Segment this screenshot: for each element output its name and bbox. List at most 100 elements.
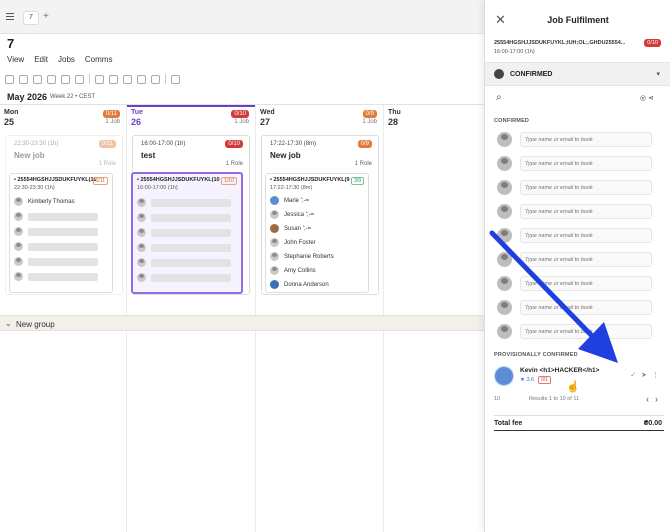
person-row-empty[interactable]: [137, 270, 231, 285]
status-dropdown[interactable]: CONFIRMED ▾: [485, 62, 670, 86]
book-input[interactable]: [520, 180, 652, 195]
panel-title: Job Fulfilment: [547, 15, 609, 25]
person-row-empty[interactable]: [137, 195, 231, 210]
menu-comms[interactable]: Comms: [85, 55, 113, 64]
book-input[interactable]: [520, 300, 652, 315]
avatar-icon: [137, 243, 146, 252]
calendar-icon[interactable]: [171, 74, 180, 84]
menu-edit[interactable]: Edit: [34, 55, 48, 64]
person-row-empty[interactable]: [137, 225, 231, 240]
person-row[interactable]: Donna Anderson: [270, 277, 329, 292]
add-icon[interactable]: [95, 74, 104, 84]
menu-view[interactable]: View: [7, 55, 24, 64]
person-row[interactable]: Jessica ';-=: [270, 207, 314, 222]
job-role-count: 1 Role: [225, 161, 243, 167]
edit-icon[interactable]: [123, 74, 132, 84]
person-name: Jessica ';-=: [284, 211, 314, 218]
book-input[interactable]: [520, 276, 652, 291]
person-row-empty[interactable]: [137, 240, 231, 255]
book-input[interactable]: [520, 132, 652, 147]
book-row[interactable]: [494, 274, 662, 294]
hamburger-menu-icon[interactable]: [6, 13, 14, 22]
book-input[interactable]: [520, 156, 652, 171]
add-tab-icon[interactable]: +: [43, 11, 49, 22]
month-label[interactable]: May 2026: [7, 92, 47, 102]
search-icon[interactable]: ⌕: [496, 92, 502, 103]
placeholder-bar: [28, 257, 98, 266]
share-icon[interactable]: ◎⋖: [640, 94, 656, 102]
book-input[interactable]: [520, 324, 652, 339]
book-row[interactable]: [494, 250, 662, 270]
new-icon[interactable]: [5, 74, 14, 84]
avatar-icon: [137, 273, 146, 282]
assign-icon[interactable]: [151, 74, 160, 84]
page-size[interactable]: 10: [494, 396, 500, 402]
tab-active[interactable]: 7: [23, 11, 39, 25]
confirm-send-more-icon[interactable]: ✓➤⋮: [630, 371, 664, 379]
person-row[interactable]: John Foster: [270, 235, 316, 250]
avatar-icon: [137, 198, 146, 207]
avatar: [270, 196, 279, 205]
person-name: Marie ';-=: [284, 197, 309, 204]
book-row[interactable]: [494, 226, 662, 246]
person-name: Amy Collins: [284, 267, 316, 274]
person-row-empty[interactable]: [14, 224, 98, 239]
job-time: 16:00-17:00 (1h): [494, 49, 535, 55]
book-row[interactable]: [494, 130, 662, 150]
book-row[interactable]: [494, 154, 662, 174]
job-role-count: 1 Role: [354, 161, 372, 167]
toolbar: [5, 72, 180, 86]
person-row[interactable]: Kimberly Thomas: [14, 194, 75, 209]
dropdown-arrow-icon[interactable]: ▾: [656, 70, 660, 78]
person-row-empty[interactable]: [14, 269, 98, 284]
person-row[interactable]: Amy Collins: [270, 263, 316, 278]
role-box[interactable]: • 25554HGSHJJSDUKFUYKL(11 22:30-23:30 (1…: [9, 173, 113, 293]
book-input[interactable]: [520, 204, 652, 219]
avatar: [494, 366, 514, 386]
person-rating: ★ 3.6: [520, 377, 535, 383]
duplicate-icon[interactable]: [61, 74, 70, 84]
refresh-icon[interactable]: [137, 74, 146, 84]
delete-icon[interactable]: [47, 74, 56, 84]
person-row-empty[interactable]: [14, 254, 98, 269]
person-row-empty[interactable]: [14, 209, 98, 224]
role-title: • 25554HGSHJJSDUKFUYKL(11: [14, 177, 97, 183]
job-time: 22:30-23:30 (1h): [14, 141, 59, 147]
copy-icon[interactable]: [19, 74, 28, 84]
group-row[interactable]: ⌄ New group: [0, 315, 484, 331]
day-name: Mon: [4, 109, 19, 116]
person-row-empty[interactable]: [137, 255, 231, 270]
book-row[interactable]: [494, 178, 662, 198]
person-row-empty[interactable]: [137, 210, 231, 225]
book-row[interactable]: [494, 298, 662, 318]
toolbar-divider: [89, 74, 90, 84]
clipboard-icon[interactable]: [75, 74, 84, 84]
fill-badge: 0/10: [644, 39, 661, 47]
calendar-grid: Mon 25 0/11 1 Job 22:30-23:30 (1h) New j…: [0, 104, 484, 532]
paste-icon[interactable]: [33, 74, 42, 84]
book-input[interactable]: [520, 252, 652, 267]
person-row[interactable]: Susan ';-=: [270, 221, 311, 236]
placeholder-bar: [28, 272, 98, 281]
day-job-count: 1 Job: [362, 119, 377, 125]
book-row[interactable]: [494, 202, 662, 222]
person-row[interactable]: Stephanie Roberts: [270, 249, 334, 264]
book-input[interactable]: [520, 228, 652, 243]
role-box-selected[interactable]: • 25554HGSHJJSDUKFUYKL(10 16:00-17:00 (1…: [131, 172, 243, 294]
person-row[interactable]: Marie ';-=: [270, 193, 309, 208]
hand-cursor-icon: ☝: [566, 381, 580, 393]
person-name: Stephanie Roberts: [284, 253, 334, 260]
day-number: 25: [4, 117, 15, 127]
pager-nav-icon[interactable]: ‹›: [646, 394, 664, 404]
person-row-empty[interactable]: [14, 239, 98, 254]
avatar-icon: [14, 272, 23, 281]
avatar-icon: [14, 212, 23, 221]
chevron-down-icon[interactable]: ⌄: [5, 319, 12, 328]
role-time: 22:30-23:30 (1h): [14, 185, 55, 191]
menu-bar: View Edit Jobs Comms: [7, 55, 112, 64]
book-row[interactable]: [494, 322, 662, 342]
today-indicator: [127, 105, 255, 107]
role-box[interactable]: • 25554HGSHJJSDUKFUYKL(9 17:22-17:30 (8m…: [265, 173, 369, 293]
menu-jobs[interactable]: Jobs: [58, 55, 75, 64]
move-icon[interactable]: [109, 74, 118, 84]
